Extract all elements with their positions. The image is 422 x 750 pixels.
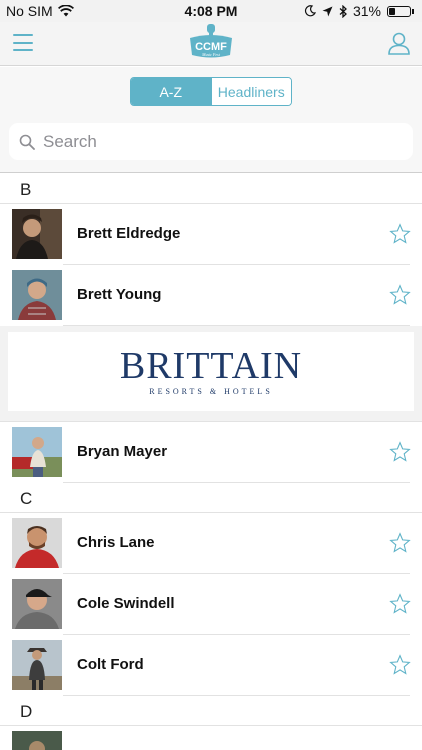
ccmf-logo: CCMF Music Fest [190,24,232,58]
artist-photo [12,518,62,568]
artist-name: Chris Lane [77,534,155,551]
status-right: 31% [304,3,414,19]
sort-segmented-control: A-Z Headliners [130,77,292,106]
search-icon [19,134,35,150]
favorite-star-icon[interactable] [389,654,411,676]
section-header-c: C [0,483,422,513]
sponsor-banner: BRITTAIN RESORTS & HOTELS [0,326,422,422]
artist-name: Colt Ford [77,656,144,673]
artist-name: Cole Swindell [77,595,175,612]
artist-photo [12,579,62,629]
sponsor-tagline: RESORTS & HOTELS [149,387,273,396]
hamburger-menu-icon[interactable] [13,34,33,51]
artist-photo [12,270,62,320]
artist-row-bryan-mayer[interactable]: Bryan Mayer [0,422,422,483]
section-header-d: D [0,696,422,726]
favorite-star-icon[interactable] [389,593,411,615]
artist-name: Brett Young [77,286,162,303]
artist-row-brett-eldredge[interactable]: Brett Eldredge [0,204,422,265]
artist-name: Bryan Mayer [77,443,168,460]
bluetooth-icon [339,4,347,18]
segment-headliners[interactable]: Headliners [210,78,291,105]
location-arrow-icon [322,6,333,16]
user-profile-icon[interactable] [388,31,410,55]
artist-name: Brett Eldredge [77,225,181,242]
segment-a-z[interactable]: A-Z [131,78,211,105]
battery-cap [412,8,414,14]
artist-row-cole-swindell[interactable]: Cole Swindell [0,574,422,635]
search-input[interactable] [43,131,383,152]
sponsor-ad-brittain[interactable]: BRITTAIN RESORTS & HOTELS [8,332,414,411]
artist-photo [12,209,62,259]
moon-icon [304,5,316,17]
artist-photo [12,427,62,477]
battery-fill [389,7,395,15]
favorite-star-icon[interactable] [389,441,411,463]
logo-subtext: Music Fest [201,52,221,57]
artist-row-chris-lane[interactable]: Chris Lane [0,513,422,574]
favorite-star-icon[interactable] [389,284,411,306]
search-bar[interactable] [9,123,413,160]
status-bar: No SIM 4:08 PM 31% [0,0,422,22]
section-header-b: B [0,174,422,204]
search-area [0,117,422,173]
nav-bar: CCMF Music Fest [0,22,422,66]
artist-photo [12,640,62,690]
artist-row-colt-ford[interactable]: Colt Ford [0,635,422,696]
favorite-star-icon[interactable] [389,223,411,245]
artist-list: B Brett Eldredge Brett Young BRITTAIN RE… [0,174,422,750]
artist-row-brett-young[interactable]: Brett Young [0,265,422,326]
favorite-star-icon[interactable] [389,532,411,554]
segment-area: A-Z Headliners [0,67,422,117]
battery-icon [387,5,411,17]
sponsor-name: BRITTAIN [119,345,303,387]
artist-photo [12,731,62,750]
artist-row-partial[interactable] [0,726,422,750]
battery-percent: 31% [352,3,381,19]
